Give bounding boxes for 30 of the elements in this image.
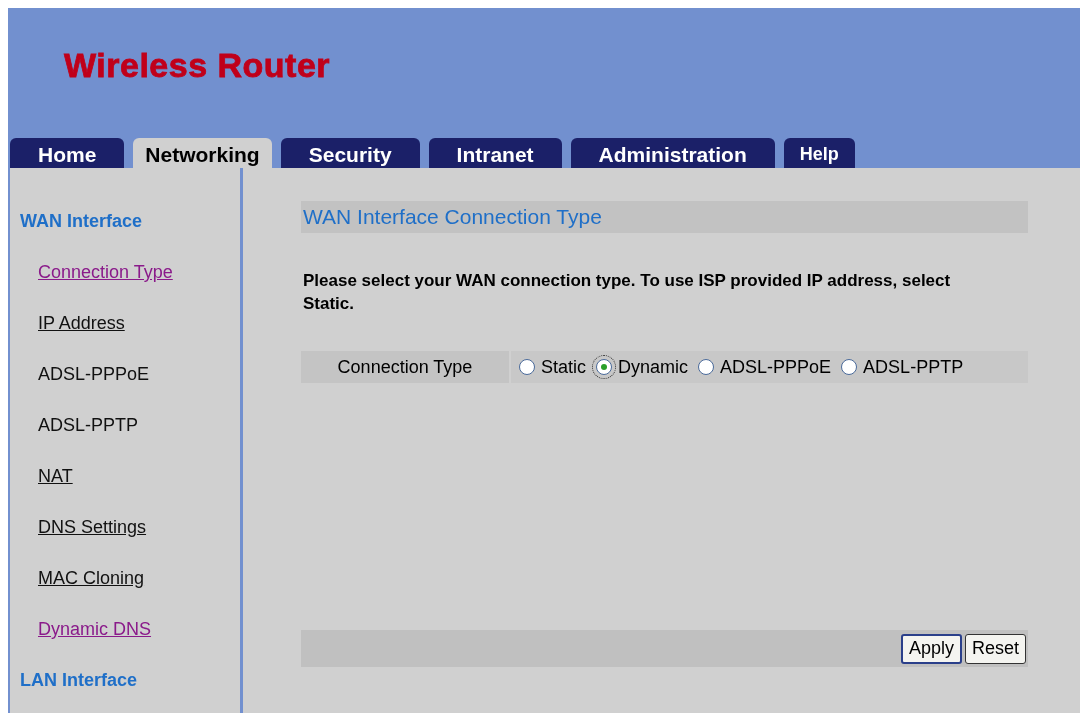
reset-button[interactable]: Reset <box>964 633 1026 664</box>
sidebar-heading: LAN Interface <box>20 669 138 692</box>
sidebar-link[interactable]: MAC Cloning <box>38 553 145 604</box>
sidebar-link[interactable]: Dynamic DNS <box>38 604 152 655</box>
radio-option[interactable]: Dynamic <box>596 355 689 379</box>
radio-option[interactable]: ADSL-PPTP <box>841 355 964 379</box>
nav-tab[interactable]: Help <box>783 138 855 168</box>
brand-title: Wireless Router <box>64 46 331 85</box>
sidebar-link[interactable]: NAT <box>38 451 73 502</box>
radio-icon[interactable] <box>841 359 858 375</box>
apply-button[interactable]: Apply <box>900 633 962 664</box>
radio-option[interactable]: Static <box>519 355 587 379</box>
nav-tab[interactable]: Home <box>10 138 125 168</box>
sidebar-link[interactable]: Connection Type <box>38 247 173 298</box>
nav-tab[interactable]: Administration <box>570 138 775 168</box>
radio-option[interactable]: ADSL-PPPoE <box>698 355 832 379</box>
radio-icon[interactable] <box>698 359 715 375</box>
nav-tab[interactable]: Intranet <box>428 138 562 168</box>
sidebar-item[interactable]: ADSL-PPPoE <box>38 349 150 400</box>
field-label: Connection Type <box>301 351 509 383</box>
radio-icon[interactable] <box>596 359 613 375</box>
sidebar-link[interactable]: DNS Settings <box>38 502 147 553</box>
sidebar-link[interactable]: IP Address <box>38 298 125 349</box>
nav-tab[interactable]: Networking <box>133 138 272 168</box>
sidebar-item[interactable]: ADSL-PPTP <box>38 400 139 451</box>
nav-tab[interactable]: Security <box>280 138 420 168</box>
radio-icon[interactable] <box>519 359 535 375</box>
section-title: WAN Interface Connection Type <box>303 205 602 229</box>
instructions-text: Please select your WAN connection type. To use ISP provided IP address, select Static. <box>303 270 952 315</box>
sidebar-heading: WAN Interface <box>20 210 143 233</box>
